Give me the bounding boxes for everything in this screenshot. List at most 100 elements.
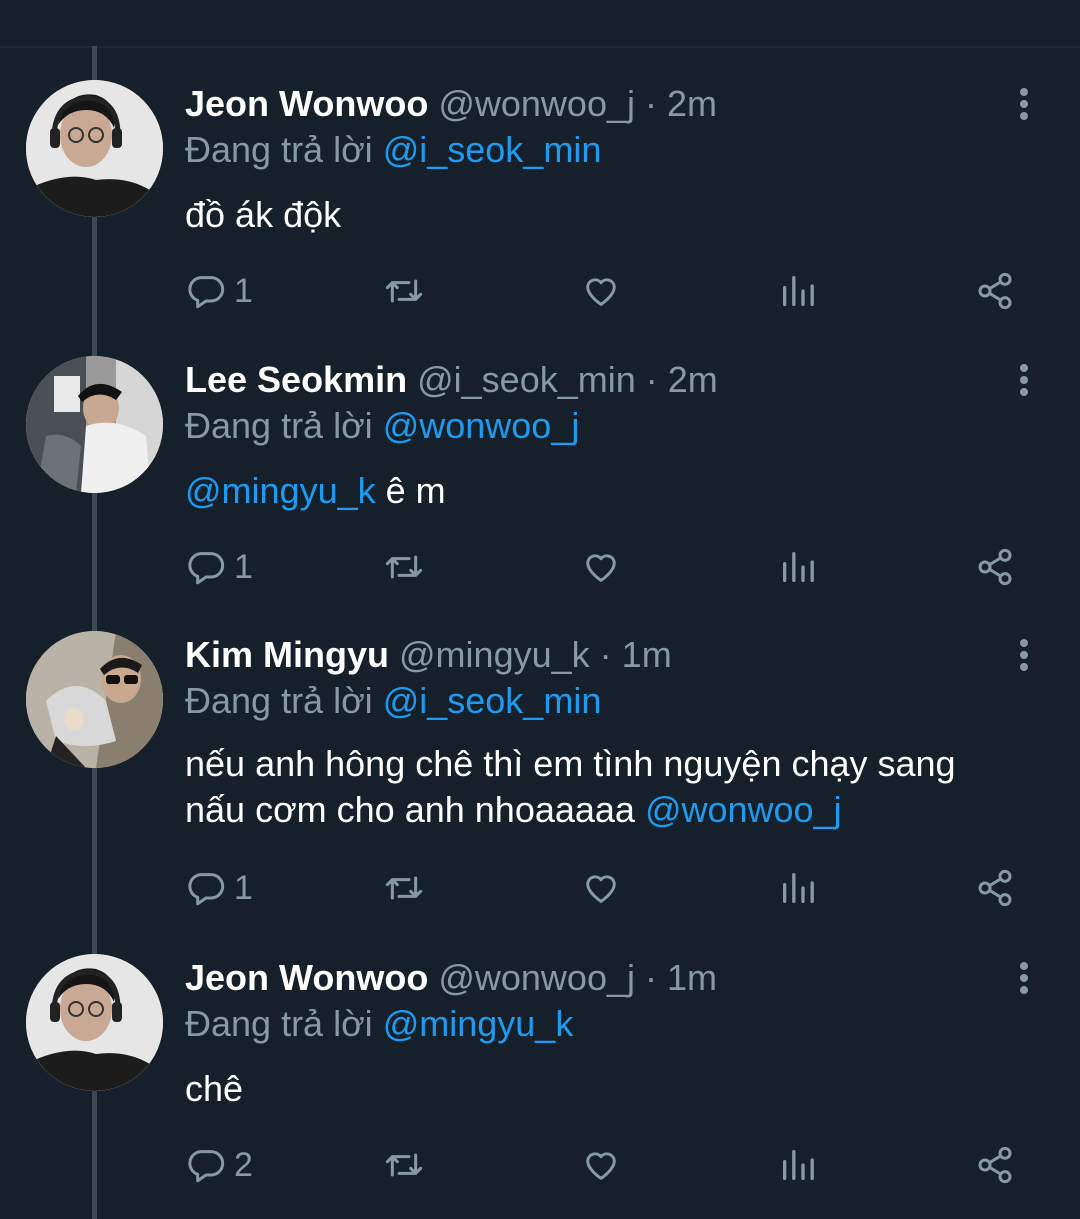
action-bar: 1	[0, 266, 1080, 316]
tweet-text: đồ ák độk	[185, 192, 1065, 238]
retweet-button[interactable]	[382, 863, 426, 913]
tweet-text: chê	[185, 1066, 1065, 1112]
retweet-icon	[385, 876, 423, 900]
tweet-4[interactable]: Jeon Wonwoo @wonwoo_j · 1m Đang trả lời …	[0, 954, 1080, 1194]
views-button[interactable]	[778, 266, 818, 316]
retweet-icon	[385, 555, 423, 579]
share-button[interactable]	[974, 542, 1016, 592]
user-handle[interactable]: @wonwoo_j	[438, 83, 635, 124]
timestamp[interactable]: 1m	[667, 957, 717, 998]
like-button[interactable]	[580, 542, 622, 592]
body-mention[interactable]: @wonwoo_j	[645, 789, 842, 830]
reply-icon	[188, 1150, 225, 1183]
user-handle[interactable]: @mingyu_k	[399, 634, 590, 675]
tweet-text: nếu anh hông chê thì em tình nguyện chạy…	[185, 741, 1065, 833]
top-divider	[0, 46, 1080, 48]
share-button[interactable]	[974, 1140, 1016, 1190]
like-button[interactable]	[580, 1140, 622, 1190]
replying-to-mention[interactable]: @wonwoo_j	[383, 405, 580, 446]
reply-button[interactable]: 2	[186, 1140, 253, 1190]
heart-icon	[586, 278, 616, 306]
more-options-icon[interactable]	[1012, 962, 1036, 1002]
avatar[interactable]	[26, 631, 163, 768]
tweet-header: Jeon Wonwoo @wonwoo_j · 1m	[185, 956, 717, 1000]
avatar[interactable]	[26, 356, 163, 493]
analytics-icon	[783, 873, 814, 903]
more-options-icon[interactable]	[1012, 364, 1036, 404]
timestamp[interactable]: 2m	[667, 83, 717, 124]
replying-prefix: Đang trả lời	[185, 129, 373, 170]
tweet-body-line-2-text: nấu cơm cho anh nhoaaaaa	[185, 789, 645, 830]
action-bar: 2	[0, 1140, 1080, 1190]
heart-icon	[586, 875, 616, 903]
share-icon	[978, 548, 1012, 586]
reply-button[interactable]: 1	[186, 863, 253, 913]
tweet-text: @mingyu_k ê m	[185, 468, 1065, 514]
timestamp[interactable]: 1m	[622, 634, 672, 675]
analytics-icon	[783, 552, 814, 582]
display-name[interactable]: Jeon Wonwoo	[185, 957, 428, 998]
analytics-icon	[783, 1150, 814, 1180]
tweet-2[interactable]: Lee Seokmin @i_seok_min · 2m Đang trả lờ…	[0, 356, 1080, 596]
share-button[interactable]	[974, 863, 1016, 913]
tweet-1[interactable]: Jeon Wonwoo @wonwoo_j · 2m Đang trả lời …	[0, 80, 1080, 320]
tweet-body-text: đồ ák độk	[185, 194, 342, 235]
tweet-header: Jeon Wonwoo @wonwoo_j · 2m	[185, 82, 717, 126]
analytics-icon	[783, 276, 814, 306]
reply-count: 1	[234, 547, 253, 586]
reply-button[interactable]: 1	[186, 266, 253, 316]
replying-to: Đang trả lời @mingyu_k	[185, 1002, 573, 1046]
user-handle[interactable]: @i_seok_min	[417, 359, 636, 400]
body-mention[interactable]: @mingyu_k	[185, 470, 376, 511]
heart-icon	[586, 554, 616, 582]
display-name[interactable]: Jeon Wonwoo	[185, 83, 428, 124]
avatar[interactable]	[26, 954, 163, 1091]
separator-dot: ·	[599, 634, 612, 675]
like-button[interactable]	[580, 266, 622, 316]
replying-to: Đang trả lời @i_seok_min	[185, 128, 601, 172]
reply-icon	[188, 873, 225, 906]
more-options-icon[interactable]	[1012, 88, 1036, 128]
tweet-body-line-2: nấu cơm cho anh nhoaaaaa @wonwoo_j	[185, 787, 1065, 833]
replying-to-mention[interactable]: @i_seok_min	[383, 680, 602, 721]
views-button[interactable]	[778, 1140, 818, 1190]
reply-button[interactable]: 1	[186, 542, 253, 592]
share-icon	[978, 869, 1012, 907]
retweet-icon	[385, 279, 423, 303]
retweet-button[interactable]	[382, 266, 426, 316]
replying-to: Đang trả lời @wonwoo_j	[185, 404, 579, 448]
replying-prefix: Đang trả lời	[185, 1003, 373, 1044]
like-button[interactable]	[580, 863, 622, 913]
reply-count: 1	[234, 271, 253, 310]
reply-count: 2	[234, 1145, 253, 1184]
replying-to: Đang trả lời @i_seok_min	[185, 679, 601, 723]
tweet-body-text: ê m	[375, 470, 446, 511]
share-icon	[978, 1146, 1012, 1184]
replying-prefix: Đang trả lời	[185, 680, 373, 721]
display-name[interactable]: Kim Mingyu	[185, 634, 389, 675]
replying-to-mention[interactable]: @i_seok_min	[383, 129, 602, 170]
views-button[interactable]	[778, 863, 818, 913]
reply-count: 1	[234, 868, 253, 907]
timestamp[interactable]: 2m	[668, 359, 718, 400]
user-handle[interactable]: @wonwoo_j	[438, 957, 635, 998]
separator-dot: ·	[645, 83, 658, 124]
retweet-icon	[385, 1153, 423, 1177]
more-options-icon[interactable]	[1012, 639, 1036, 679]
action-bar: 1	[0, 863, 1080, 913]
views-button[interactable]	[778, 542, 818, 592]
replying-to-mention[interactable]: @mingyu_k	[383, 1003, 574, 1044]
retweet-button[interactable]	[382, 542, 426, 592]
tweet-3[interactable]: Kim Mingyu @mingyu_k · 1m Đang trả lời @…	[0, 631, 1080, 921]
tweet-body-text: chê	[185, 1068, 244, 1109]
reply-icon	[188, 276, 225, 309]
retweet-button[interactable]	[382, 1140, 426, 1190]
avatar[interactable]	[26, 80, 163, 217]
reply-icon	[188, 552, 225, 585]
share-button[interactable]	[974, 266, 1016, 316]
heart-icon	[586, 1152, 616, 1180]
tweet-header: Kim Mingyu @mingyu_k · 1m	[185, 633, 672, 677]
action-bar: 1	[0, 542, 1080, 592]
separator-dot: ·	[645, 359, 658, 400]
display-name[interactable]: Lee Seokmin	[185, 359, 407, 400]
